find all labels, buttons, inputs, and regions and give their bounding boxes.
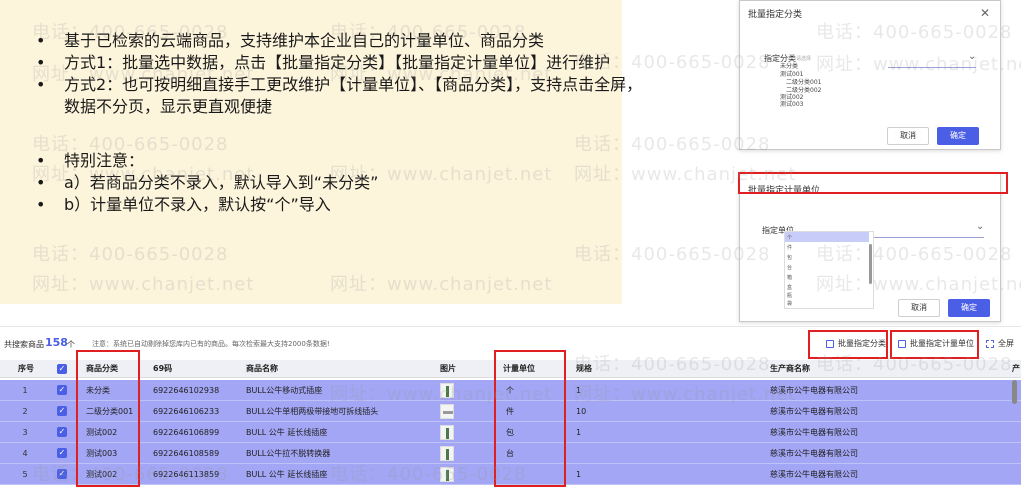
note-item: 特别注意：: [36, 150, 676, 172]
col-header-seq: 序号: [18, 364, 34, 373]
cancel-button[interactable]: 取消: [887, 127, 929, 145]
row-maker: 慈溪市公牛电器有限公司: [770, 449, 858, 458]
highlight-box-unit-dialog: [738, 172, 1008, 194]
dropdown-scrollbar[interactable]: [869, 244, 872, 284]
unit-option[interactable]: 件: [787, 244, 792, 251]
note-item: 方式2：也可按明细直接手工更改维护【计量单位】、【商品分类】，支持点击全屏，数据…: [36, 74, 648, 118]
col-header-more: 产: [1012, 364, 1020, 373]
highlight-box-batch-category: [808, 330, 888, 359]
confirm-button[interactable]: 确定: [948, 299, 990, 317]
row-checkbox[interactable]: ✓: [57, 469, 67, 479]
row-checkbox[interactable]: ✓: [57, 385, 67, 395]
row-seq: 4: [22, 449, 28, 458]
fullscreen-button[interactable]: 全屏: [986, 335, 1014, 353]
category-placeholder[interactable]: 请选择: [796, 55, 811, 62]
dialog-title: 批量指定分类: [748, 10, 803, 20]
confirm-button[interactable]: 确定: [937, 127, 979, 145]
tree-item[interactable]: 测试003: [780, 99, 803, 108]
close-icon[interactable]: ✕: [980, 6, 990, 20]
col-header-image: 图片: [440, 364, 456, 373]
row-spec[interactable]: 1: [576, 422, 581, 443]
row-maker: 慈溪市公牛电器有限公司: [770, 428, 858, 437]
row-maker: 慈溪市公牛电器有限公司: [770, 386, 858, 395]
category-field-underline: [888, 67, 976, 68]
row-seq: 3: [22, 428, 28, 437]
row-spec[interactable]: 1: [576, 380, 581, 401]
batch-unit-dialog: 批量指定计量单位 指定单位 ⌄ 个 件 包 台 箱 盒 瓶 袋 取消 确定: [739, 172, 1001, 322]
select-all-checkbox[interactable]: ✓: [57, 364, 67, 374]
product-image[interactable]: [440, 446, 454, 461]
row-name: BULL 公牛 延长线插座: [246, 470, 328, 479]
row-seq: 1: [22, 386, 28, 395]
unit-option[interactable]: 盒: [787, 284, 792, 291]
unit-option[interactable]: 包: [787, 254, 792, 261]
unit-option[interactable]: 袋: [787, 300, 792, 307]
unit-option[interactable]: 台: [787, 264, 792, 271]
chevron-down-icon[interactable]: ⌄: [968, 51, 976, 62]
unit-option[interactable]: 瓶: [787, 292, 792, 299]
row-name: BULL公牛拉不脱转换器: [246, 449, 331, 458]
unit-option-selected[interactable]: [785, 232, 869, 242]
col-header-name[interactable]: 商品名称: [246, 360, 278, 378]
col-header-spec[interactable]: 规格: [576, 360, 592, 378]
row-spec[interactable]: 1: [576, 464, 581, 485]
highlight-box-unit-column: [494, 350, 566, 487]
note-item: 方式1：批量选中数据，点击【批量指定分类】【批量指定计量单位】进行维护: [36, 52, 648, 74]
highlight-box-batch-unit: [890, 330, 979, 359]
unit-option[interactable]: 箱: [787, 274, 792, 281]
note-item: 基于已检索的云端商品，支持维护本企业自己的计量单位、商品分类: [36, 30, 676, 52]
product-image[interactable]: [440, 425, 454, 440]
unit-dropdown-list: 个 件 包 台 箱 盒 瓶 袋: [784, 231, 874, 309]
unit-field-underline: [874, 237, 984, 238]
highlight-box-category-column: [76, 350, 140, 487]
product-image[interactable]: [440, 383, 454, 398]
row-barcode: 6922646106899: [153, 428, 220, 437]
notes-list: 基于已检索的云端商品，支持维护本企业自己的计量单位、商品分类 方式1：批量选中数…: [36, 30, 676, 216]
row-maker: 慈溪市公牛电器有限公司: [770, 407, 858, 416]
feature-notes-panel: 基于已检索的云端商品，支持维护本企业自己的计量单位、商品分类 方式1：批量选中数…: [0, 0, 642, 304]
page: 基于已检索的云端商品，支持维护本企业自己的计量单位、商品分类 方式1：批量选中数…: [0, 0, 1021, 492]
table-scrollbar[interactable]: [1012, 380, 1017, 404]
fullscreen-icon: [986, 340, 994, 348]
row-name: BULL公牛移动式插座: [246, 386, 323, 395]
row-spec[interactable]: 10: [576, 401, 586, 422]
result-count-unit: 个: [67, 340, 75, 349]
row-barcode: 6922646102938: [153, 386, 220, 395]
note-item: b）计量单位不录入，默认按“个”导入: [36, 194, 676, 216]
row-maker: 慈溪市公牛电器有限公司: [770, 470, 858, 479]
row-checkbox[interactable]: ✓: [57, 427, 67, 437]
unit-option[interactable]: 个: [787, 234, 792, 241]
fullscreen-label: 全屏: [998, 339, 1014, 348]
row-seq: 5: [22, 470, 28, 479]
product-image[interactable]: [440, 467, 454, 482]
chevron-down-icon[interactable]: ⌄: [976, 221, 984, 232]
note-item: a）若商品分类不录入，默认导入到“未分类”: [36, 172, 676, 194]
row-checkbox[interactable]: ✓: [57, 406, 67, 416]
row-barcode: 6922646106233: [153, 407, 220, 416]
row-barcode: 6922646108589: [153, 449, 220, 458]
cancel-button[interactable]: 取消: [898, 299, 940, 317]
col-header-maker[interactable]: 生产商名称: [770, 360, 810, 378]
row-name: BULL公牛单相两极带接地可拆线插头: [246, 407, 379, 416]
row-name: BULL 公牛 延长线插座: [246, 428, 328, 437]
result-count: 158: [45, 336, 68, 349]
row-barcode: 6922646113859: [153, 470, 220, 479]
row-checkbox[interactable]: ✓: [57, 448, 67, 458]
result-count-label: 共搜索商品: [4, 340, 44, 349]
toolbar-notice: 注意：系统已自动剔除掉您库内已有的商品。每次检索最大支持2000条数据!: [92, 340, 330, 348]
col-header-barcode[interactable]: 69码: [153, 360, 172, 378]
product-image[interactable]: [440, 404, 454, 419]
batch-category-dialog: 批量指定分类 ✕ 指定分类 请选择 ⌄ 未分类 测试001 二级分类001 二级…: [739, 0, 1001, 150]
row-seq: 2: [22, 407, 28, 416]
